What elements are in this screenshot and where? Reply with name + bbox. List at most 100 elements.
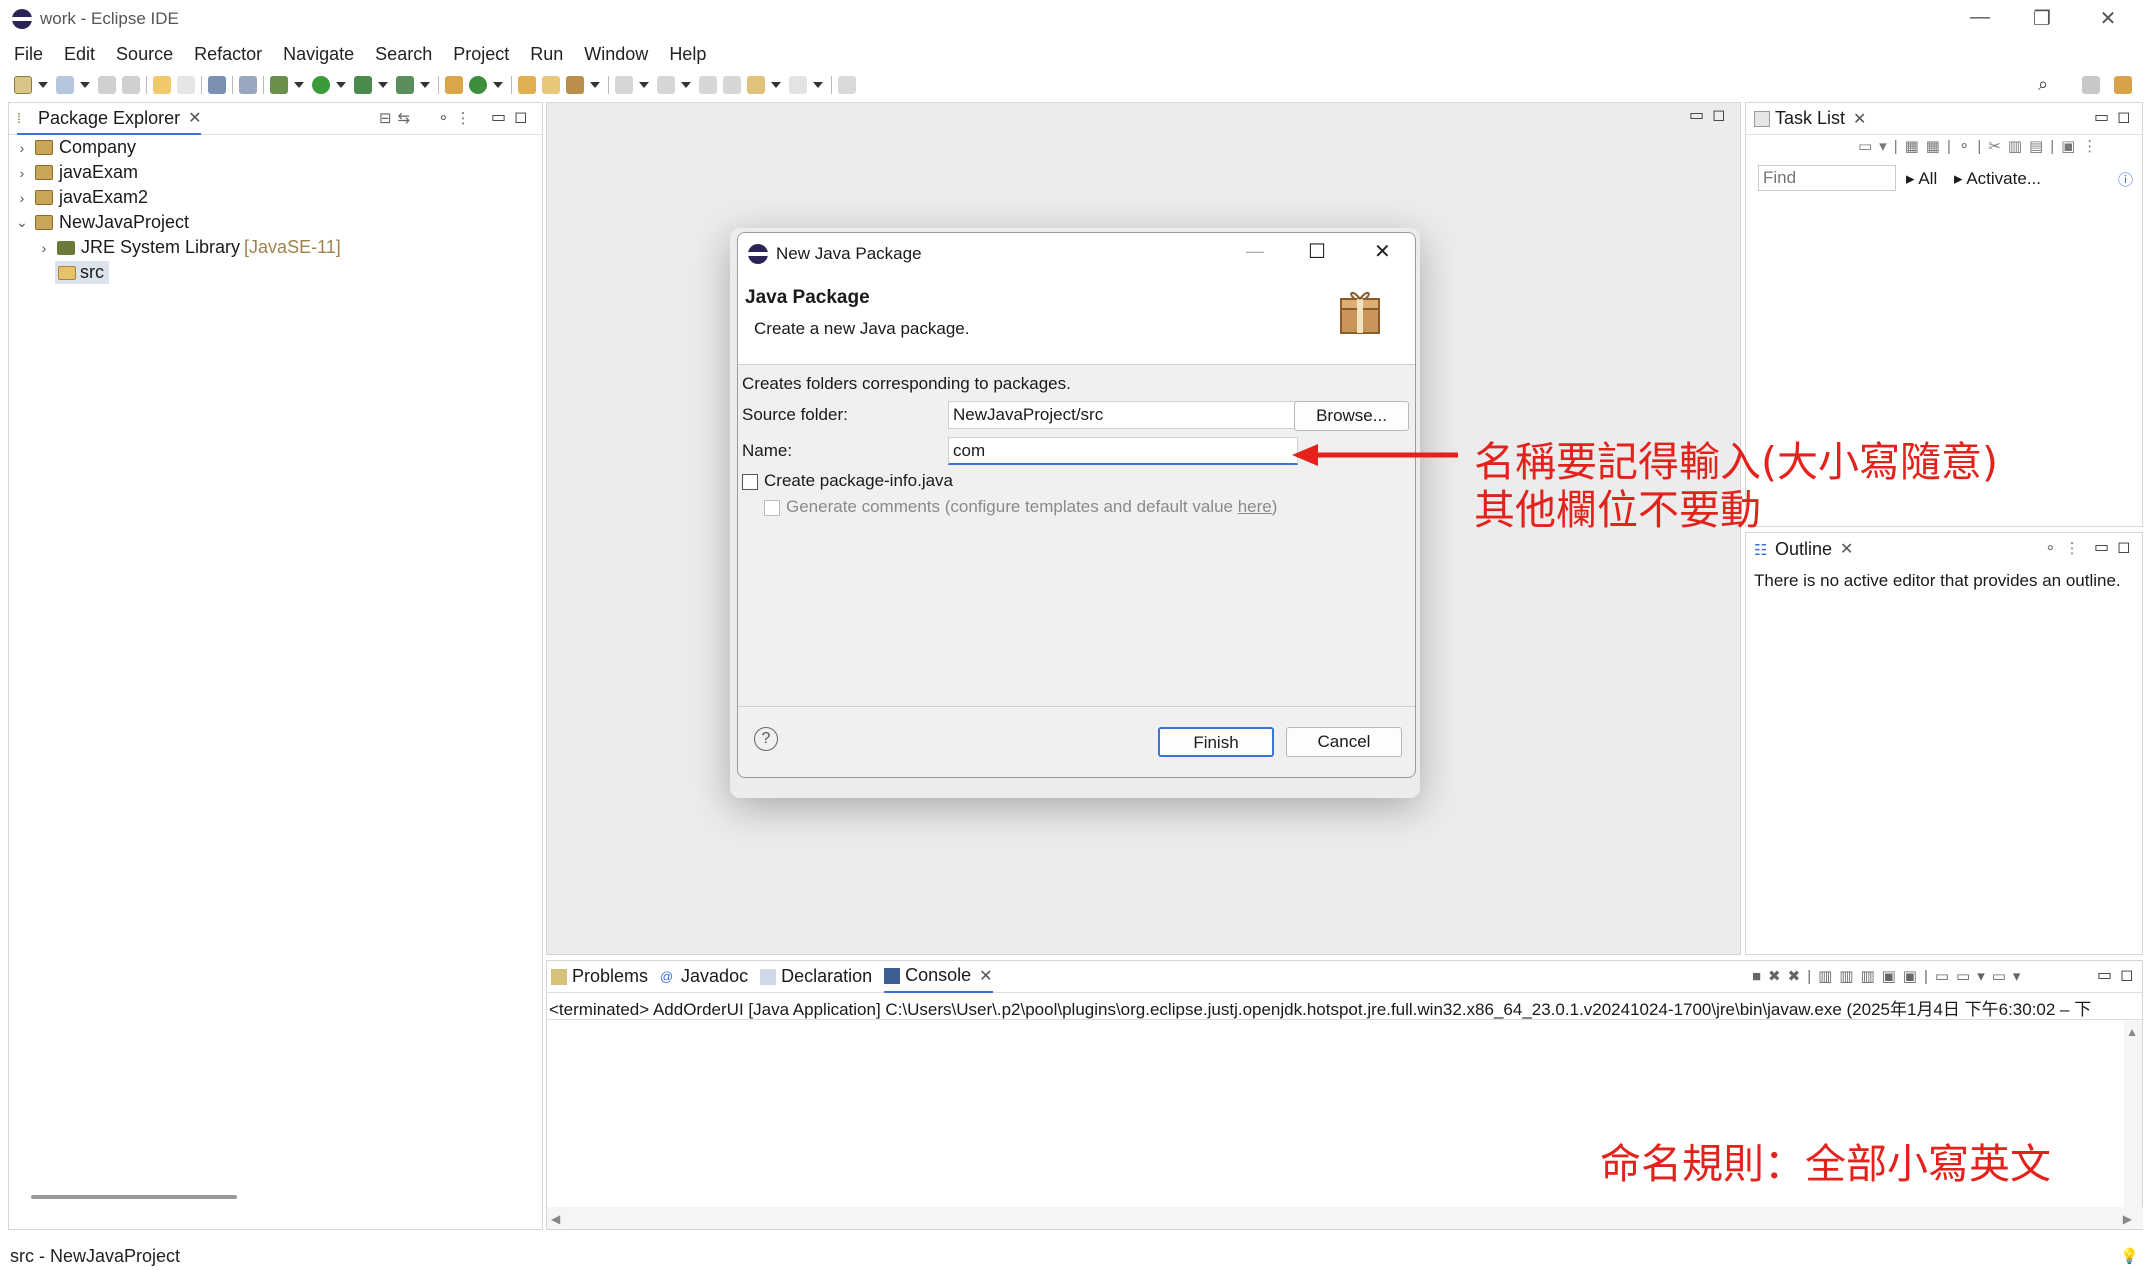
- back-icon[interactable]: [747, 76, 765, 94]
- minimize-maximize-icons[interactable]: ▭◻: [2094, 107, 2138, 127]
- help-icon[interactable]: ?: [754, 727, 778, 751]
- tree-item-company[interactable]: › Company: [15, 135, 136, 160]
- save-all-icon[interactable]: [122, 76, 140, 94]
- tab-declaration[interactable]: Declaration: [781, 966, 872, 987]
- console-icon[interactable]: [208, 76, 226, 94]
- create-package-info-option[interactable]: Create package-info.java: [742, 471, 953, 491]
- lightbulb-icon[interactable]: 💡: [2120, 1247, 2139, 1265]
- task-list-toolbar-icons[interactable]: ▭▾|▦▦|⚬|✂▥▤|▣⋮: [1858, 137, 2104, 155]
- chevron-right-icon[interactable]: ›: [15, 165, 29, 181]
- toggle-icon[interactable]: [723, 76, 741, 94]
- close-tab-icon[interactable]: ✕: [188, 108, 201, 128]
- search-tool-icon[interactable]: [566, 76, 584, 94]
- coverage-icon[interactable]: [354, 76, 372, 94]
- tab-task-list[interactable]: Task List ✕: [1746, 103, 2142, 135]
- debug-dropdown-arrow-icon[interactable]: [294, 82, 304, 88]
- new-window-dropdown-arrow-icon[interactable]: [80, 82, 90, 88]
- previous-annotation-icon[interactable]: [657, 76, 675, 94]
- new-icon[interactable]: [14, 76, 32, 94]
- dialog-minimize-button[interactable]: —: [1246, 241, 1264, 262]
- open-type-icon[interactable]: [518, 76, 536, 94]
- dialog-close-button[interactable]: ✕: [1374, 239, 1391, 264]
- editor-minimize-maximize-icons[interactable]: ▭◻: [1689, 105, 1733, 125]
- back-dropdown-arrow-icon[interactable]: [771, 82, 781, 88]
- menu-edit[interactable]: Edit: [64, 44, 95, 65]
- menu-window[interactable]: Window: [584, 44, 648, 65]
- filter-menu-icons[interactable]: ⚬⋮: [437, 109, 477, 127]
- chevron-right-icon[interactable]: ›: [37, 240, 51, 256]
- run-dropdown-arrow-icon[interactable]: [336, 82, 346, 88]
- outline-menu-icons[interactable]: ⚬⋮: [2044, 539, 2088, 557]
- package-name-field[interactable]: com: [948, 437, 1298, 465]
- coverage-dropdown-arrow-icon[interactable]: [378, 82, 388, 88]
- redo-icon[interactable]: [177, 76, 195, 94]
- next-annotation-dropdown-arrow-icon[interactable]: [639, 82, 649, 88]
- restore-window-button[interactable]: ❐: [2022, 6, 2062, 31]
- new-dropdown-arrow-icon[interactable]: [38, 82, 48, 88]
- tree-item-jre-library[interactable]: › JRE System Library [JavaSE-11]: [37, 235, 341, 260]
- undo-icon[interactable]: [153, 76, 171, 94]
- scroll-up-icon[interactable]: ▲: [2126, 1025, 2138, 1039]
- collapse-link-icons[interactable]: ⊟⇆: [379, 109, 416, 127]
- previous-annotation-dropdown-arrow-icon[interactable]: [681, 82, 691, 88]
- menu-refactor[interactable]: Refactor: [194, 44, 262, 65]
- tab-package-explorer[interactable]: ⁞ Package Explorer ✕: [17, 103, 202, 135]
- browse-button[interactable]: Browse...: [1294, 401, 1409, 431]
- search-dropdown-arrow-icon[interactable]: [590, 82, 600, 88]
- task-find-input[interactable]: [1758, 165, 1896, 191]
- configure-templates-link[interactable]: here: [1238, 497, 1272, 516]
- create-package-info-checkbox[interactable]: [742, 473, 758, 490]
- new-class-dropdown-arrow-icon[interactable]: [493, 82, 503, 88]
- minimize-maximize-icons[interactable]: ▭◻: [2094, 537, 2138, 557]
- forward-icon[interactable]: [789, 76, 807, 94]
- menu-search[interactable]: Search: [375, 44, 432, 65]
- last-edit-icon[interactable]: [699, 76, 717, 94]
- new-window-icon[interactable]: [56, 76, 74, 94]
- filter-all-link[interactable]: ▸ All: [1906, 169, 1937, 189]
- external-tools-dropdown-arrow-icon[interactable]: [420, 82, 430, 88]
- menu-source[interactable]: Source: [116, 44, 173, 65]
- help-icon[interactable]: ⓘ: [2118, 169, 2133, 190]
- tab-problems[interactable]: Problems: [572, 966, 648, 987]
- next-annotation-icon[interactable]: [615, 76, 633, 94]
- open-perspective-icon[interactable]: [2082, 76, 2100, 94]
- open-task-icon[interactable]: [542, 76, 560, 94]
- external-tools-icon[interactable]: [396, 76, 414, 94]
- debug-icon[interactable]: [270, 76, 288, 94]
- console-toolbar-icons[interactable]: ■✖✖|▥▥▥▣▣|▭▭▾▭▾: [1752, 967, 2027, 985]
- selected-tree-item[interactable]: src: [55, 261, 109, 284]
- minimize-maximize-icons[interactable]: ▭◻: [491, 107, 535, 127]
- menu-navigate[interactable]: Navigate: [283, 44, 354, 65]
- new-class-icon[interactable]: [469, 76, 487, 94]
- close-tab-icon[interactable]: ✕: [1853, 109, 1866, 129]
- menu-project[interactable]: Project: [453, 44, 509, 65]
- menu-help[interactable]: Help: [669, 44, 706, 65]
- horizontal-scrollbar[interactable]: [31, 1195, 237, 1199]
- horizontal-scrollbar[interactable]: [547, 1207, 2143, 1229]
- new-java-project-icon[interactable]: [445, 76, 463, 94]
- save-icon[interactable]: [98, 76, 116, 94]
- tree-item-javaexam2[interactable]: › javaExam2: [15, 185, 148, 210]
- tree-item-newjavaproject[interactable]: ⌄ NewJavaProject: [15, 210, 189, 235]
- vertical-scrollbar[interactable]: [2124, 1021, 2142, 1209]
- skip-breakpoints-icon[interactable]: [239, 76, 257, 94]
- tab-console[interactable]: Console ✕: [884, 961, 993, 993]
- finish-button[interactable]: Finish: [1158, 727, 1274, 757]
- tree-item-src[interactable]: src: [55, 260, 109, 285]
- source-folder-field[interactable]: NewJavaProject/src: [948, 401, 1298, 429]
- close-tab-icon[interactable]: ✕: [1840, 539, 1853, 559]
- dialog-maximize-button[interactable]: ☐: [1308, 239, 1326, 264]
- pin-editor-icon[interactable]: [838, 76, 856, 94]
- chevron-down-icon[interactable]: ⌄: [15, 214, 29, 231]
- tree-item-javaexam[interactable]: › javaExam: [15, 160, 138, 185]
- minimize-window-button[interactable]: —: [1960, 6, 2000, 29]
- chevron-right-icon[interactable]: ›: [15, 190, 29, 206]
- tab-javadoc[interactable]: Javadoc: [681, 966, 748, 987]
- scroll-left-icon[interactable]: ◀: [551, 1212, 560, 1226]
- scroll-right-icon[interactable]: ▶: [2123, 1212, 2132, 1226]
- search-icon[interactable]: ⌕: [2038, 74, 2048, 95]
- menu-run[interactable]: Run: [530, 44, 563, 65]
- chevron-right-icon[interactable]: ›: [15, 140, 29, 156]
- cancel-button[interactable]: Cancel: [1286, 727, 1402, 757]
- close-tab-icon[interactable]: ✕: [979, 966, 992, 986]
